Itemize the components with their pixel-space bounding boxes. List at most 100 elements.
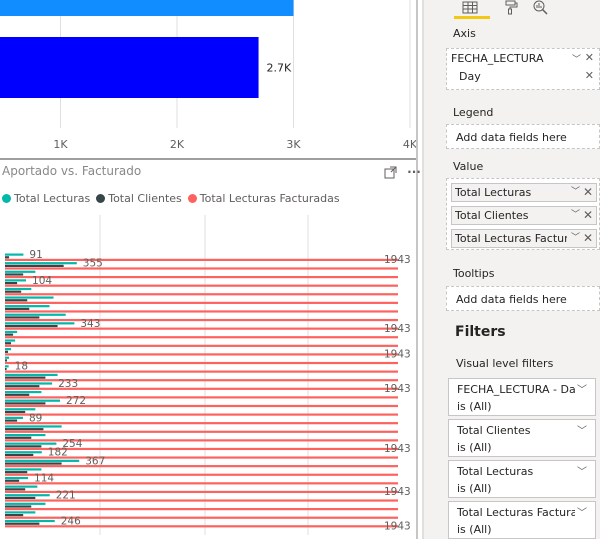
bar-total-lecturas-facturadas — [5, 301, 398, 304]
tooltips-well[interactable]: Add data fields here — [446, 286, 600, 311]
visualizations-pane: Axis FECHA_LECTURA ﹀ ✕ Day ✕ Legend Add … — [424, 0, 600, 539]
filter-name: FECHA_LECTURA - Day — [457, 383, 575, 396]
filter-card-total-clientes[interactable]: Total Clientes is (All) ﹀ — [448, 419, 596, 457]
data-label-lecturas: 89 — [29, 412, 42, 424]
filter-name: Total Lecturas Facturadas — [457, 506, 575, 519]
filters-title: Filters — [455, 324, 506, 340]
top-bar — [0, 37, 259, 98]
chevron-down-icon[interactable]: ﹀ — [577, 422, 587, 437]
bar-total-lecturas — [5, 425, 62, 428]
legend-item-clientes[interactable]: Total Clientes — [96, 192, 182, 205]
bar-total-lecturas — [5, 322, 75, 325]
focus-mode-icon[interactable] — [382, 164, 398, 180]
top-x-tick-label: 2K — [170, 138, 185, 151]
legend-well[interactable]: Add data fields here — [446, 124, 600, 149]
bar-total-clientes — [5, 376, 46, 379]
axis-label: Axis — [453, 27, 476, 40]
bar-total-lecturas-facturadas — [5, 336, 398, 339]
legend-dot-clientes — [96, 194, 106, 203]
top-x-tick-label: 3K — [286, 138, 301, 151]
magnifier-chart-icon — [533, 0, 548, 15]
bar-total-lecturas — [5, 476, 29, 480]
value-field-lecturas[interactable]: Total Lecturas ﹀ ✕ — [451, 183, 597, 202]
chevron-down-icon[interactable]: ﹀ — [577, 463, 587, 478]
bar-total-clientes — [5, 333, 14, 336]
chevron-down-icon[interactable]: ﹀ — [577, 504, 587, 519]
top-bar-data-label: 2.7K — [267, 62, 292, 75]
bar-total-clientes — [5, 419, 18, 422]
chevron-down-icon[interactable]: ﹀ — [571, 207, 580, 224]
analytics-tab[interactable] — [532, 0, 552, 16]
data-label-lecturas: 114 — [34, 472, 54, 484]
bar-total-clientes — [5, 402, 46, 405]
data-label-facturadas: 1943 — [384, 383, 411, 395]
data-label-lecturas: 343 — [80, 318, 100, 330]
bar-total-lecturas — [5, 339, 16, 342]
bar-total-lecturas — [5, 348, 12, 351]
value-field-clientes[interactable]: Total Clientes ﹀ ✕ — [451, 206, 597, 225]
legend-placeholder: Add data fields here — [456, 131, 567, 144]
value-field-name: Total Lecturas Facturadas — [455, 232, 567, 245]
bar-total-lecturas-facturadas — [5, 344, 398, 347]
close-icon[interactable]: ✕ — [585, 51, 594, 64]
bar-total-clientes — [5, 479, 20, 482]
bar-total-lecturas-facturadas — [5, 327, 398, 330]
legend-section-label: Legend — [453, 106, 494, 119]
filter-state: is (All) — [457, 482, 492, 495]
data-label-facturadas: 1943 — [384, 486, 411, 498]
bar-total-lecturas — [5, 459, 80, 462]
data-label-facturadas: 1943 — [384, 254, 411, 266]
filter-card-fecha-lectura[interactable]: FECHA_LECTURA - Day is (All) ﹀ — [448, 378, 596, 416]
axis-well[interactable]: FECHA_LECTURA ﹀ ✕ Day ✕ — [446, 48, 600, 90]
aportado-vs-facturado-visual[interactable]: Aportado vs. Facturado ··· Total Lectura… — [0, 160, 422, 539]
chart-legend: Total Lecturas Total Clientes Total Lect… — [2, 192, 346, 205]
data-label-facturadas: 1943 — [384, 349, 411, 361]
axis-field-day[interactable]: Day ✕ — [459, 69, 597, 83]
bar-total-clientes — [5, 350, 9, 353]
bar-total-lecturas — [5, 519, 55, 523]
bar-total-clientes — [5, 324, 58, 328]
legend-label-lecturas: Total Lecturas — [14, 192, 91, 205]
bar-total-lecturas — [5, 305, 50, 308]
format-tab[interactable] — [502, 0, 522, 16]
filter-card-total-lecturas-facturadas[interactable]: Total Lecturas Facturadas is (All) ﹀ — [448, 501, 596, 539]
data-label-lecturas: 246 — [61, 515, 81, 527]
value-field-facturadas[interactable]: Total Lecturas Facturadas ﹀ ✕ — [451, 229, 597, 248]
bar-total-lecturas-facturadas — [5, 430, 398, 433]
close-icon[interactable]: ✕ — [583, 230, 593, 247]
bar-total-lecturas — [5, 365, 9, 368]
filter-card-total-lecturas[interactable]: Total Lecturas is (All) ﹀ — [448, 460, 596, 498]
bar-total-lecturas — [5, 270, 36, 273]
bar-total-clientes — [5, 505, 32, 508]
top-bar-chart[interactable]: 1K 2K 3K 4K2.7K — [0, 0, 422, 158]
chevron-down-icon[interactable]: ﹀ — [571, 184, 580, 201]
chevron-down-icon[interactable]: ﹀ — [577, 381, 587, 396]
more-options-icon[interactable]: ··· — [406, 164, 422, 180]
tooltips-placeholder: Add data fields here — [456, 293, 567, 306]
bar-total-lecturas — [5, 485, 38, 488]
close-icon[interactable]: ✕ — [583, 207, 593, 224]
chevron-down-icon[interactable]: ﹀ — [571, 230, 580, 247]
clustered-bar-chart[interactable]: 91 1943355104343 1943194318233 194327289254… — [0, 215, 416, 535]
fields-tab[interactable] — [460, 0, 480, 16]
bar-total-lecturas — [5, 442, 57, 445]
tooltips-section-label: Tooltips — [453, 267, 495, 280]
legend-item-facturadas[interactable]: Total Lecturas Facturadas — [187, 192, 340, 205]
close-icon[interactable]: ✕ — [583, 184, 593, 201]
data-label-lecturas: 182 — [48, 447, 68, 459]
close-icon[interactable]: ✕ — [585, 69, 594, 82]
bar-total-lecturas-facturadas — [5, 482, 398, 485]
table-grid-icon — [462, 1, 478, 14]
bar-total-clientes — [5, 496, 36, 500]
legend-dot-facturadas — [187, 194, 197, 203]
value-well[interactable]: Total Lecturas ﹀ ✕ Total Clientes ﹀ ✕ To… — [446, 178, 600, 250]
axis-field-hierarchy[interactable]: FECHA_LECTURA ﹀ ✕ — [451, 51, 597, 65]
bar-total-clientes — [5, 281, 18, 285]
chevron-down-icon[interactable]: ﹀ — [572, 52, 581, 65]
data-label-lecturas: 104 — [32, 275, 52, 287]
legend-item-lecturas[interactable]: Total Lecturas — [2, 192, 90, 205]
bar-total-clientes — [5, 488, 26, 491]
top-x-tick-label: 1K — [53, 138, 68, 151]
bar-total-lecturas — [5, 416, 24, 419]
bar-total-lecturas — [5, 451, 42, 454]
